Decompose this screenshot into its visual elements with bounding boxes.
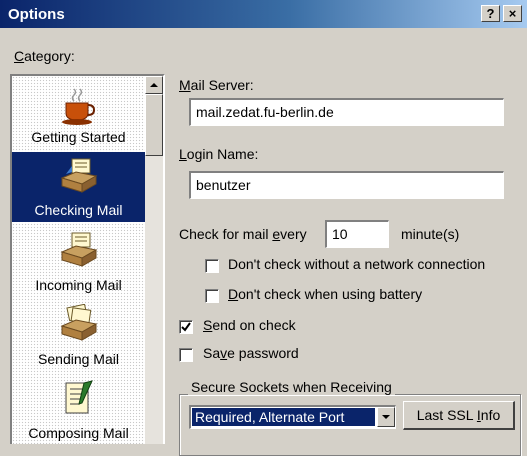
category-label-getting-started: Getting Started	[31, 129, 126, 145]
category-item-composing-mail[interactable]: Composing Mail	[12, 372, 145, 444]
scroll-up-button[interactable]	[145, 76, 163, 94]
help-button[interactable]: ?	[481, 5, 500, 22]
category-list[interactable]: Getting Started Checking Mail Incoming M…	[10, 74, 165, 444]
check-interval-input[interactable]: 10	[325, 220, 389, 248]
category-label: Category:	[14, 48, 75, 64]
ssl-group-label: Secure Sockets when Receiving	[188, 379, 395, 395]
scroll-thumb[interactable]	[145, 94, 163, 156]
mail-server-label: Mail Server:	[179, 77, 254, 93]
login-name-input[interactable]: benutzer	[189, 171, 504, 199]
category-label-incoming-mail: Incoming Mail	[35, 277, 122, 293]
save-password-checkbox[interactable]	[179, 348, 193, 362]
check-interval-unit: minute(s)	[401, 226, 460, 242]
no-network-checkbox[interactable]	[205, 259, 219, 273]
close-button[interactable]: ×	[503, 5, 522, 22]
incoming-tray-icon	[60, 232, 98, 267]
category-label-composing-mail: Composing Mail	[28, 425, 129, 441]
ssl-mode-value: Required, Alternate Port	[192, 408, 375, 426]
category-label-checking-mail: Checking Mail	[34, 202, 123, 218]
last-ssl-info-button[interactable]: Last SSL Info	[403, 401, 515, 430]
mailbox-tray-icon	[60, 158, 98, 193]
send-on-check-label: Send on check	[203, 317, 296, 333]
battery-label: Don't check when using battery	[228, 286, 423, 302]
coffee-cup-icon	[62, 88, 96, 125]
title-bar[interactable]: Options ? ×	[0, 0, 527, 28]
category-item-incoming-mail[interactable]: Incoming Mail	[12, 224, 145, 296]
save-password-label: Save password	[203, 345, 299, 361]
outgoing-tray-icon	[60, 304, 98, 341]
window-title: Options	[8, 6, 65, 23]
arrow-up-icon	[150, 83, 158, 87]
check-interval-label: Check for mail every	[179, 226, 307, 242]
document-icon	[65, 380, 93, 414]
checkmark-icon	[181, 322, 191, 332]
login-name-label: Login Name:	[179, 146, 259, 162]
dropdown-button[interactable]	[377, 407, 395, 427]
category-item-sending-mail[interactable]: Sending Mail	[12, 298, 145, 370]
chevron-down-icon	[382, 415, 390, 419]
category-item-getting-started[interactable]: Getting Started	[12, 76, 145, 151]
category-item-checking-mail[interactable]: Checking Mail	[12, 152, 145, 222]
mail-server-input[interactable]: mail.zedat.fu-berlin.de	[189, 98, 504, 126]
battery-checkbox[interactable]	[205, 289, 219, 303]
send-on-check-checkbox[interactable]	[179, 320, 193, 334]
category-label-sending-mail: Sending Mail	[38, 351, 119, 367]
ssl-mode-select[interactable]: Required, Alternate Port	[189, 405, 396, 429]
no-network-label: Don't check without a network connection	[228, 256, 486, 272]
category-scrollbar[interactable]	[145, 76, 163, 444]
